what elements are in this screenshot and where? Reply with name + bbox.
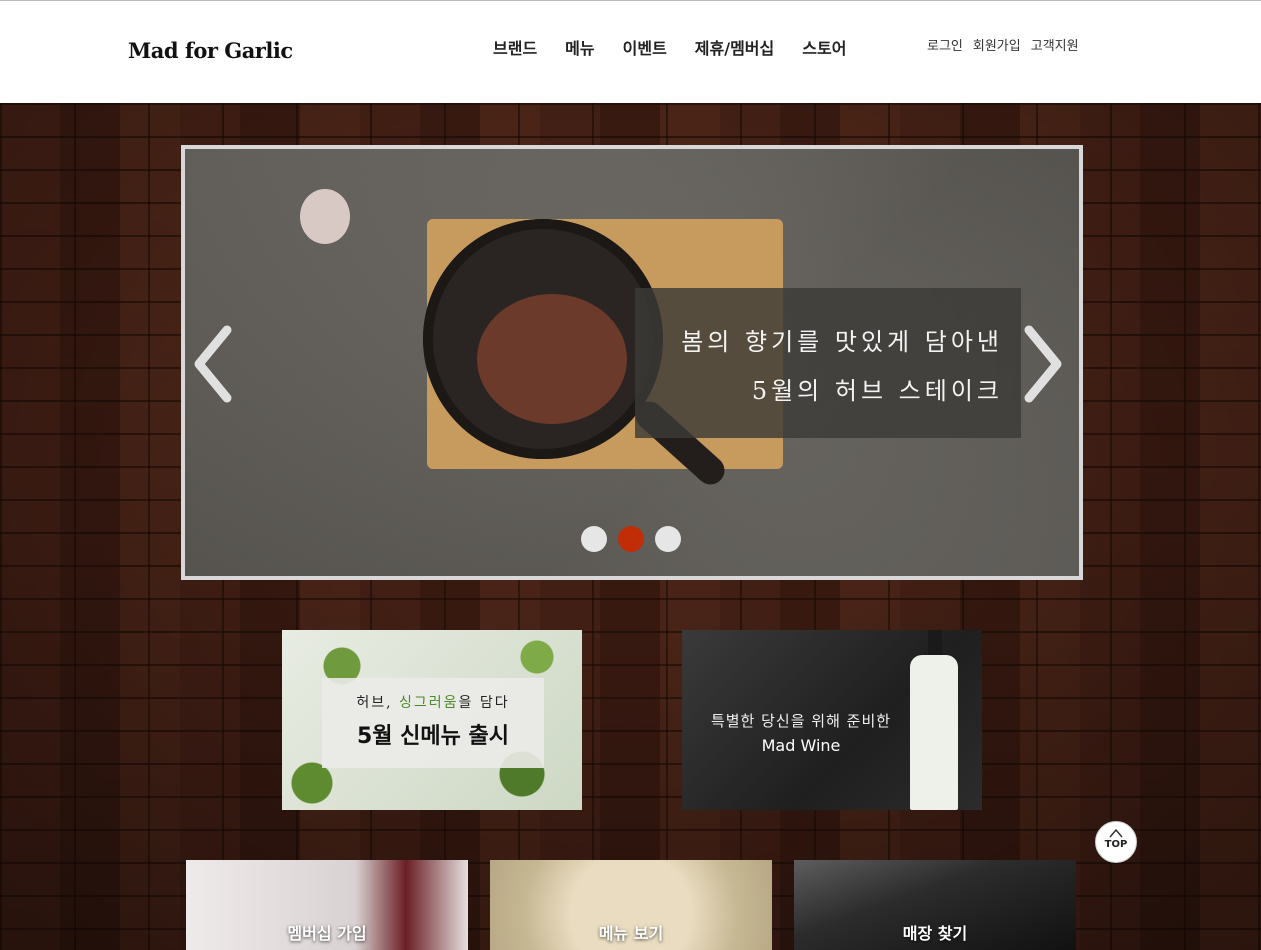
membership-card-label: 멤버십 가입 — [287, 924, 367, 943]
herb-promo-subtitle: 허브, 싱그러움을 담다 — [322, 692, 544, 712]
herb-sub-prefix: 허브, — [356, 695, 400, 711]
main-nav: 브랜드 메뉴 이벤트 제휴/멤버십 스토어 — [493, 35, 874, 59]
menu-card-label: 메뉴 보기 — [598, 924, 664, 943]
logo[interactable]: Mad for Garlic — [128, 38, 293, 63]
herb-sub-highlight: 싱그러움 — [399, 695, 459, 711]
store-card[interactable]: 매장 찾기 — [794, 860, 1076, 950]
top-button-label: TOP — [1104, 839, 1128, 850]
top-button[interactable]: TOP — [1095, 821, 1137, 863]
nav-brand[interactable]: 브랜드 — [493, 35, 537, 59]
nav-membership[interactable]: 제휴/멤버십 — [695, 35, 774, 59]
next-arrow-icon[interactable] — [1021, 324, 1065, 404]
herb-sub-suffix: 을 담다 — [458, 695, 510, 711]
new-menu-promo[interactable]: 허브, 싱그러움을 담다 5월 신메뉴 출시 — [282, 630, 582, 810]
signup-link[interactable]: 회원가입 — [973, 35, 1021, 54]
garlic-image — [300, 189, 350, 244]
mad-wine-promo[interactable]: 특별한 당신을 위해 준비한 Mad Wine — [682, 630, 982, 810]
membership-card[interactable]: 멤버십 가입 — [186, 860, 468, 950]
caption-line-1: 봄의 향기를 맛있게 담아낸 — [681, 328, 1003, 356]
nav-menu[interactable]: 메뉴 — [565, 35, 594, 59]
wine-bottle-image — [910, 655, 958, 810]
prev-arrow-icon[interactable] — [191, 324, 235, 404]
util-nav: 로그인 회원가입 고객지원 — [927, 35, 1089, 54]
slider-dot-3[interactable] — [655, 526, 681, 552]
slider-dot-1[interactable] — [581, 526, 607, 552]
login-link[interactable]: 로그인 — [927, 35, 963, 54]
wine-promo-line2: Mad Wine — [761, 736, 841, 755]
main-slider: 봄의 향기를 맛있게 담아낸 5월의 허브 스테이크 — [181, 145, 1083, 580]
slider-dots — [581, 526, 692, 552]
caption-line-2: 5월의 허브 스테이크 — [751, 377, 1003, 405]
nav-event[interactable]: 이벤트 — [623, 35, 667, 59]
herb-promo-box: 허브, 싱그러움을 담다 5월 신메뉴 출시 — [322, 678, 544, 768]
herb-promo-title: 5월 신메뉴 출시 — [356, 724, 510, 749]
chevron-up-icon — [1109, 828, 1123, 838]
nav-store[interactable]: 스토어 — [802, 35, 846, 59]
support-link[interactable]: 고객지원 — [1031, 35, 1079, 54]
site-header: Mad for Garlic 브랜드 메뉴 이벤트 제휴/멤버십 스토어 로그인… — [0, 0, 1261, 103]
menu-card[interactable]: 메뉴 보기 — [490, 860, 772, 950]
steak-image — [477, 294, 627, 424]
slide-caption: 봄의 향기를 맛있게 담아낸 5월의 허브 스테이크 — [635, 288, 1021, 438]
wine-promo-line1: 특별한 당신을 위해 준비한 — [710, 712, 892, 730]
slider-dot-2[interactable] — [618, 526, 644, 552]
store-card-label: 매장 찾기 — [902, 924, 968, 943]
